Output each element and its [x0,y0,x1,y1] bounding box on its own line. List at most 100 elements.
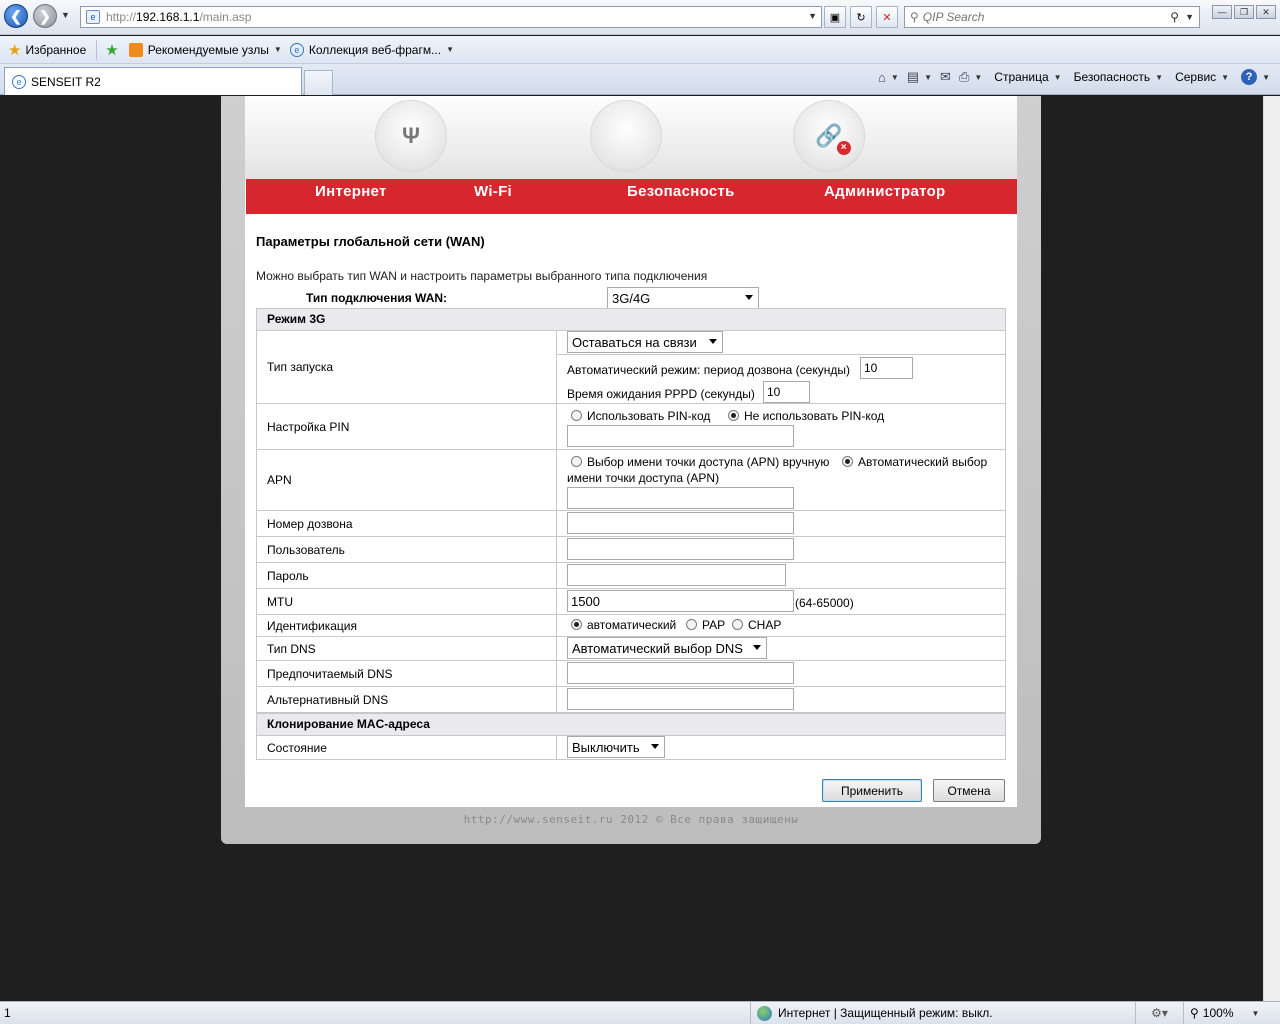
pppd-timeout-input[interactable] [763,381,810,403]
wan-type-select[interactable]: 3G/4G [607,287,759,309]
antenna-icon: Ψ [402,123,420,148]
pin-use-radio[interactable] [571,410,582,421]
search-box: ⚲ ⚲ ▼ [904,6,1200,28]
tab-senseit[interactable]: e SENSEIT R2 [4,67,302,95]
empty-status [590,100,662,172]
chevron-down-icon[interactable]: ▼ [974,73,982,82]
pin-none-radio[interactable] [728,410,739,421]
row-dns-alt: Альтернативный DNS [256,687,1006,713]
chevron-down-icon[interactable]: ▼ [1262,73,1270,82]
menu-security[interactable]: Безопасность [627,183,735,200]
divider [557,354,1006,355]
auto-period-label: Автоматический режим: период дозвона (се… [567,363,850,377]
wan-type-label: Тип подключения WAN: [306,291,448,305]
apn-manual-radio[interactable] [571,456,582,467]
dns-primary-input[interactable] [567,662,794,684]
dns-alt-label: Альтернативный DNS [257,687,557,712]
mtu-range: (64-65000) [795,596,854,610]
link-disconnected-icon: 🔗 × [815,123,851,155]
auth-chap-radio[interactable] [732,619,743,630]
stop-icon[interactable]: ✕ [876,6,898,28]
password-input[interactable] [567,564,786,586]
row-apn: APN Выбор имени точки доступа (APN) вруч… [256,450,1006,511]
mac-state-select[interactable]: Выключить [567,736,665,758]
auth-auto-label: автоматический [587,618,677,632]
favorites-label: Избранное [25,42,87,57]
suggested-sites-label: Рекомендуемые узлы [147,42,269,57]
restore-icon[interactable]: ❐ [1234,5,1254,19]
vertical-scrollbar[interactable] [1263,96,1280,1001]
apn-input[interactable] [567,487,794,509]
security-menu[interactable]: Безопасность ▼ [1074,70,1163,84]
suggested-sites-link[interactable]: Рекомендуемые узлы ▼ [128,42,282,57]
back-button[interactable]: ❮ [4,4,28,28]
mtu-input[interactable] [567,590,794,612]
page-title: Параметры глобальной сети (WAN) [256,234,485,249]
protected-mode-icon[interactable]: ⚙▾ [1135,1002,1183,1024]
router-frame: Ψ 🔗 × Интернет Wi-Fi Безопасность Админис… [221,96,1041,844]
footer-copyright: http://www.senseit.ru 2012 © Все права з… [463,813,799,826]
zoom-control[interactable]: ⚲ 100% ▼ [1183,1002,1259,1024]
signal-status: Ψ [375,100,447,172]
start-type-selected: Оставаться на связи [572,334,697,350]
help-icon[interactable]: ? [1241,69,1258,85]
search-provider-icon: ⚲ [910,10,919,24]
forward-button[interactable]: ❯ [33,4,57,28]
row-dns-primary: Предпочитаемый DNS [256,661,1006,687]
dns-type-select[interactable]: Автоматический выбор DNS [567,637,767,659]
search-dropdown-icon[interactable]: ▼ [1185,12,1194,22]
cancel-button[interactable]: Отмена [933,779,1005,802]
menu-wifi[interactable]: Wi-Fi [474,183,512,200]
close-icon[interactable]: ✕ [1256,5,1276,19]
favorites-bar: ★ Избранное ★ Рекомендуемые узлы ▼ e Кол… [0,36,1280,64]
dial-number-input[interactable] [567,512,794,534]
apn-auto-label-line2: имени точки доступа (APN) [567,471,720,485]
pppd-timeout-label: Время ожидания PPPD (секунды) [567,387,755,401]
row-mac-state: Состояние Выключить [256,736,1006,760]
web-slice-gallery-link[interactable]: e Коллекция веб-фрагм... ▼ [289,42,454,57]
apn-auto-radio[interactable] [842,456,853,467]
auth-pap-radio[interactable] [686,619,697,630]
auth-auto-radio[interactable] [571,619,582,630]
page-description: Можно выбрать тип WAN и настроить параме… [256,269,708,283]
compatibility-view-icon[interactable]: ▣ [824,6,846,28]
menu-internet[interactable]: Интернет [315,183,387,200]
security-zone[interactable]: Интернет | Защищенный режим: выкл. [750,1002,993,1024]
pin-input[interactable] [567,425,794,447]
ie-page-icon: e [12,74,26,89]
add-favorite-icon: ★ [105,41,119,59]
print-icon[interactable]: ⎙ [959,69,969,85]
auto-period-input[interactable] [860,357,913,379]
command-bar: ⌂ ▼ ▤ ▼ ✉ ⎙ ▼ Страница ▼ Безопасность ▼ Серви… [870,69,1270,85]
menu-admin[interactable]: Администратор [824,183,946,200]
home-icon[interactable]: ⌂ [878,70,886,85]
address-dropdown-icon[interactable]: ▼ [808,11,817,21]
row-user: Пользователь [256,537,1006,563]
row-mtu: MTU (64-65000) [256,589,1006,615]
chevron-down-icon[interactable]: ▼ [924,73,932,82]
row-start-type: Тип запуска Оставаться на связи Автомати… [256,331,1006,404]
search-input[interactable] [922,10,1163,24]
connection-status: 🔗 × [793,100,865,172]
add-favorite-button[interactable]: ★ [105,41,120,59]
minimize-icon[interactable]: — [1212,5,1232,19]
apply-button[interactable]: Применить [822,779,922,802]
search-icon[interactable]: ⚲ [1170,10,1179,24]
favorites-button[interactable]: ★ Избранное [8,41,86,59]
user-input[interactable] [567,538,794,560]
history-dropdown[interactable]: ▼ [61,10,70,20]
new-tab-button[interactable] [304,70,333,95]
start-type-select[interactable]: Оставаться на связи [567,331,723,353]
feeds-icon[interactable]: ▤ [907,69,919,85]
pin-value: Использовать PIN-код Не использовать PIN… [557,404,1006,449]
chevron-down-icon [745,295,753,300]
tools-menu[interactable]: Сервис ▼ [1175,70,1229,84]
address-bar[interactable]: e http://192.168.1.1/main.asp ▼ [80,6,822,28]
page-menu[interactable]: Страница ▼ [994,70,1061,84]
star-icon: ★ [8,41,22,59]
dns-alt-input[interactable] [567,688,794,710]
chevron-down-icon[interactable]: ▼ [891,73,899,82]
refresh-icon[interactable]: ↻ [850,6,872,28]
section-3g-header: Режим 3G [256,308,1006,331]
mail-icon[interactable]: ✉ [940,69,951,85]
